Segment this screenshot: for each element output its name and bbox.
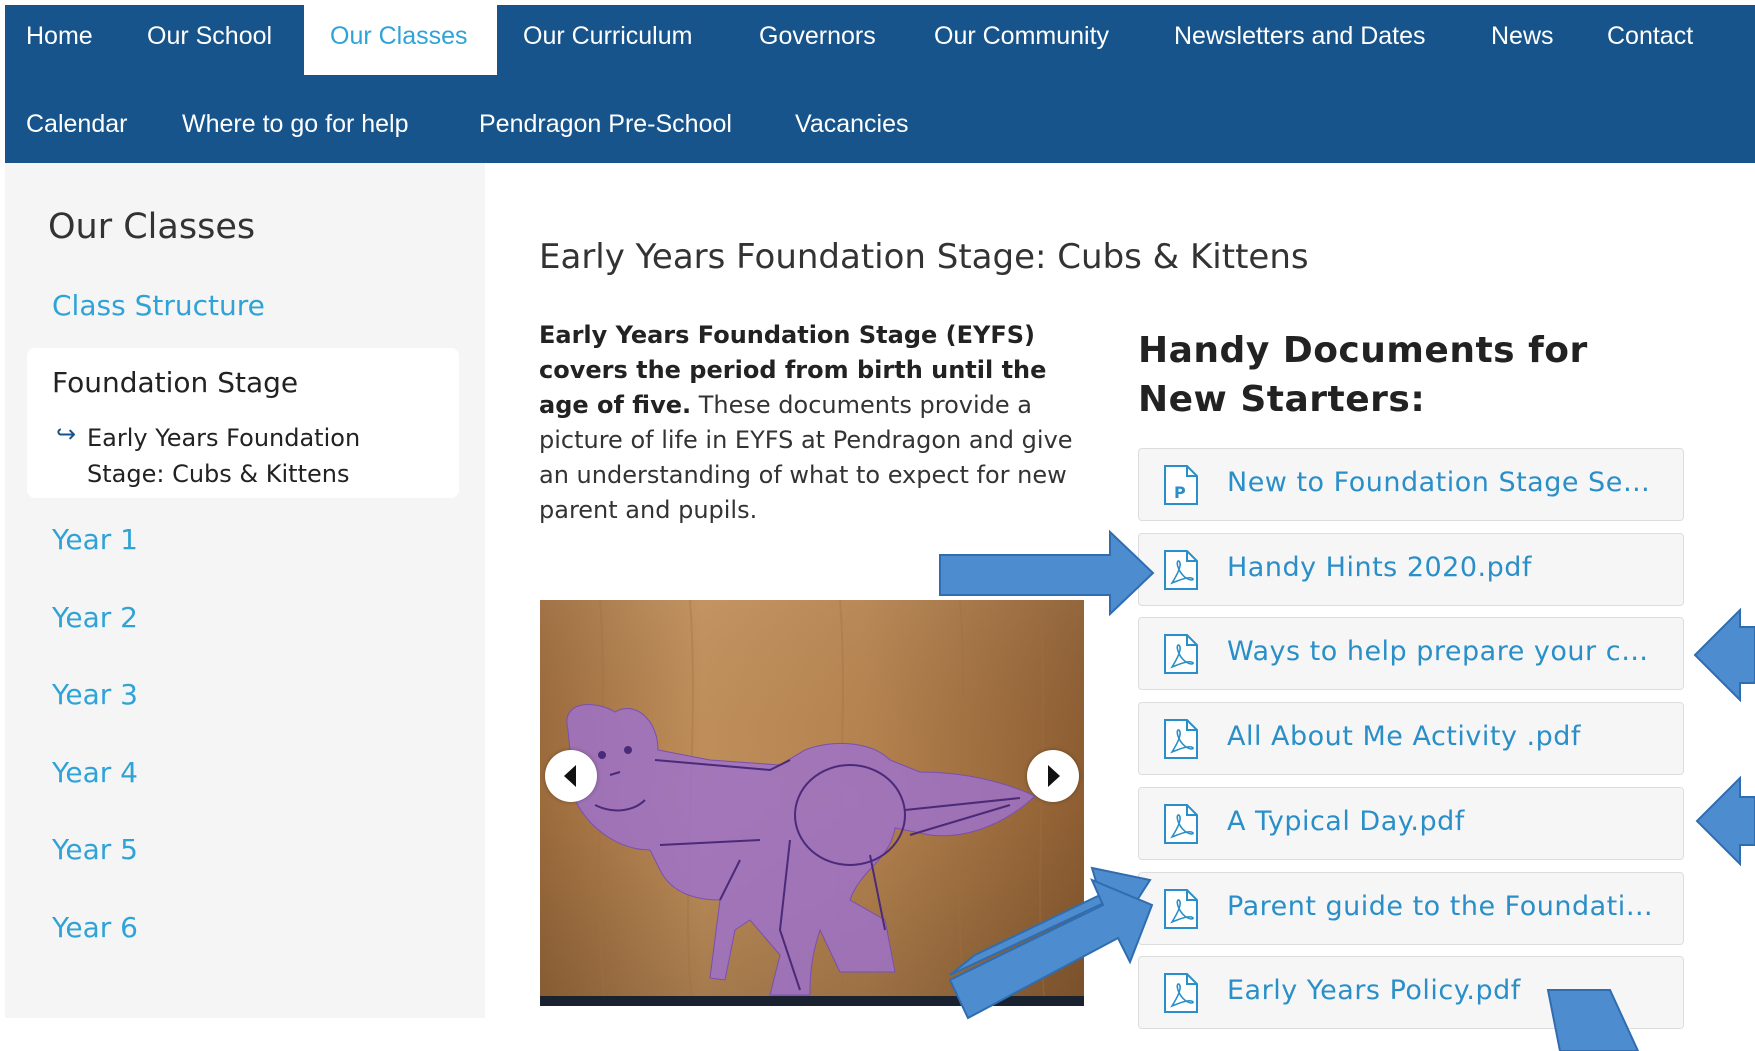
sidebar-item-early-years[interactable]: Early Years Foundation Stage: Cubs & Kit… (87, 420, 387, 492)
nav-home[interactable]: Home (26, 5, 93, 75)
arrow-icon (1695, 775, 1755, 867)
nav-pendragon-pre-school[interactable]: Pendragon Pre-School (479, 93, 732, 163)
nav-vacancies[interactable]: Vacancies (795, 93, 909, 163)
document-label: Ways to help prepare your chi... (1227, 636, 1657, 667)
pdf-file-icon (1164, 550, 1198, 590)
document-link[interactable]: Handy Hints 2020.pdf (1138, 533, 1684, 606)
document-label: Early Years Policy.pdf (1227, 975, 1521, 1006)
carousel-image (540, 600, 1084, 1006)
pdf-file-icon (1164, 973, 1198, 1013)
document-link[interactable]: All About Me Activity .pdf (1138, 702, 1684, 775)
nav-governors[interactable]: Governors (759, 5, 876, 75)
pdf-file-icon (1164, 889, 1198, 929)
pdf-file-icon (1164, 719, 1198, 759)
image-carousel (540, 600, 1084, 1006)
intro-paragraph: Early Years Foundation Stage (EYFS) cove… (539, 318, 1099, 528)
nav-newsletters-and-dates[interactable]: Newsletters and Dates (1174, 5, 1426, 75)
sidebar-item-year-6[interactable]: Year 6 (52, 911, 138, 944)
nav-our-community[interactable]: Our Community (934, 5, 1109, 75)
document-label: A Typical Day.pdf (1227, 806, 1465, 837)
sidebar-item-year-2[interactable]: Year 2 (52, 601, 138, 634)
arrow-icon (1693, 607, 1755, 703)
document-link[interactable]: Parent guide to the Foundatio... (1138, 872, 1684, 945)
sidebar-item-foundation-stage[interactable]: Foundation Stage (52, 366, 298, 399)
document-label: All About Me Activity .pdf (1227, 721, 1581, 752)
sidebar-item-year-5[interactable]: Year 5 (52, 833, 138, 866)
document-link[interactable]: A Typical Day.pdf (1138, 787, 1684, 860)
nav-our-school[interactable]: Our School (147, 5, 272, 75)
nav-contact[interactable]: Contact (1607, 5, 1693, 75)
carousel-next-button[interactable] (1027, 750, 1079, 802)
document-link[interactable]: Early Years Policy.pdf (1138, 956, 1684, 1029)
carousel-prev-button[interactable] (545, 750, 597, 802)
chevron-right-icon (1048, 765, 1060, 787)
chevron-left-icon (564, 765, 576, 787)
powerpoint-file-icon: P (1164, 465, 1198, 505)
nav-news[interactable]: News (1491, 5, 1554, 75)
document-label: Parent guide to the Foundatio... (1227, 891, 1657, 922)
svg-text:P: P (1174, 483, 1186, 502)
document-label: New to Foundation Stage Sep... (1227, 467, 1657, 498)
nav-calendar[interactable]: Calendar (26, 93, 127, 163)
document-link[interactable]: Ways to help prepare your chi... (1138, 617, 1684, 690)
nav-our-classes[interactable]: Our Classes (304, 5, 497, 75)
documents-heading: Handy Documents for New Starters: (1138, 330, 1588, 420)
return-arrow-icon: ↪ (56, 420, 77, 448)
sidebar-item-year-1[interactable]: Year 1 (52, 523, 138, 556)
pdf-file-icon (1164, 634, 1198, 674)
nav-our-curriculum[interactable]: Our Curriculum (523, 5, 692, 75)
document-label: Handy Hints 2020.pdf (1227, 552, 1532, 583)
sidebar-title: Our Classes (48, 207, 256, 247)
sidebar-item-class-structure[interactable]: Class Structure (52, 289, 265, 322)
pdf-file-icon (1164, 804, 1198, 844)
document-link[interactable]: P New to Foundation Stage Sep... (1138, 448, 1684, 521)
sidebar-item-year-4[interactable]: Year 4 (52, 756, 138, 789)
sidebar-item-year-3[interactable]: Year 3 (52, 678, 138, 711)
nav-where-to-go-for-help[interactable]: Where to go for help (182, 93, 409, 163)
page-title: Early Years Foundation Stage: Cubs & Kit… (539, 237, 1309, 277)
